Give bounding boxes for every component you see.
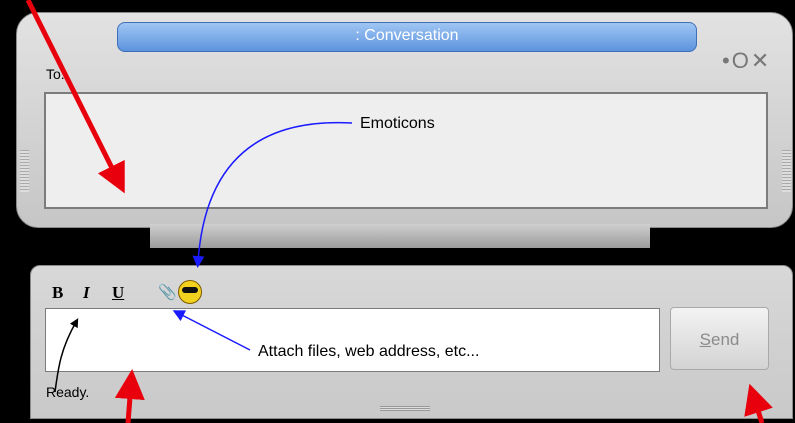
red-arrow-input [114, 369, 145, 423]
red-arrow-grip [744, 383, 773, 423]
blue-arrow-attach [172, 310, 251, 351]
blue-arrow-emoticons [192, 121, 353, 268]
red-arrow-history [25, 0, 125, 194]
black-arrow-format [54, 318, 79, 393]
annotation-arrows [25, 0, 773, 423]
